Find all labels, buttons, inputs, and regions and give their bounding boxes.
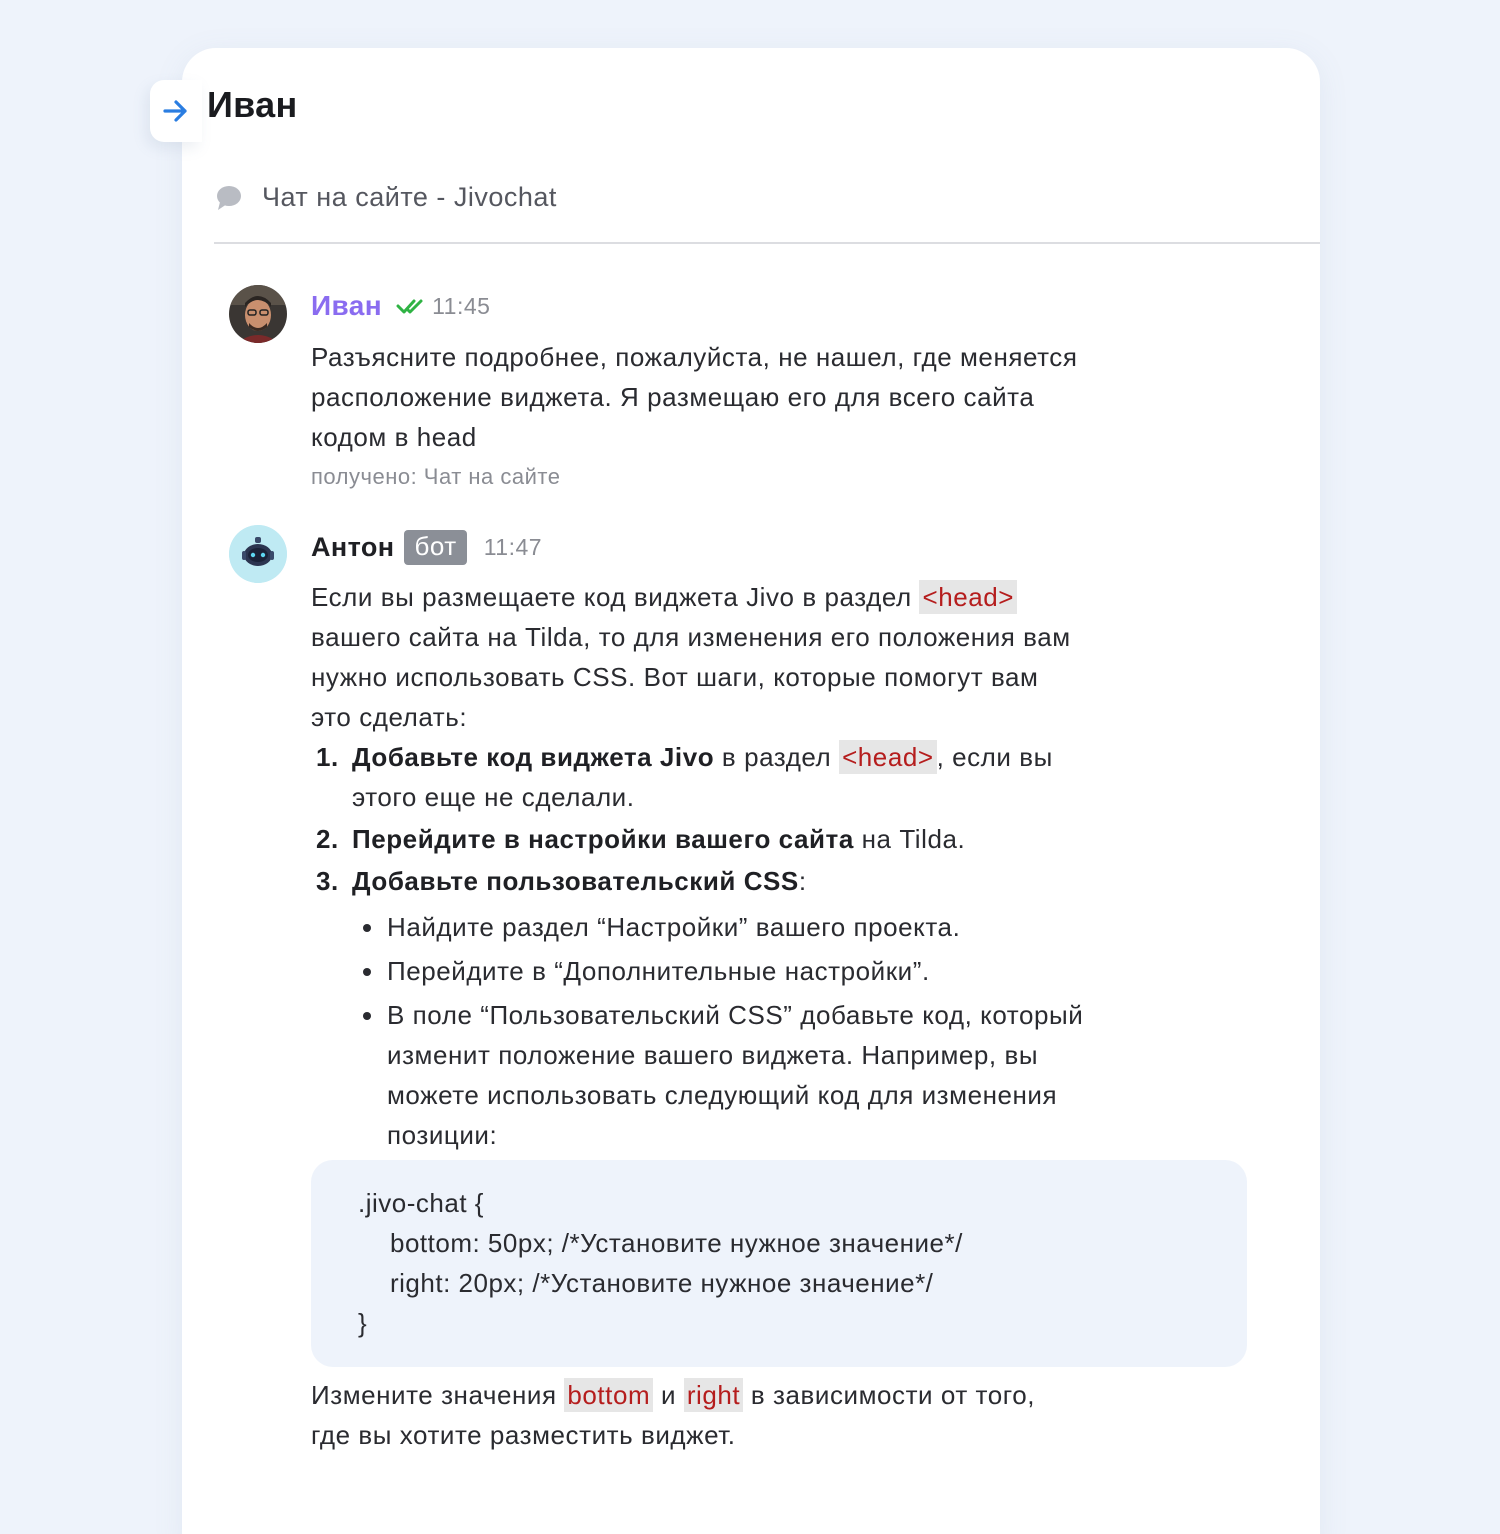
step-number: 2. (316, 824, 339, 854)
bullet-line: В поле “Пользовательский CSS” добавьте к… (387, 1000, 1084, 1030)
client-message-header: Иван 11:45 (311, 290, 490, 322)
step-text: : (798, 866, 807, 896)
bot-outro-line: где вы хотите разместить виджет. (311, 1420, 736, 1450)
bot-message-header: Антон бот 11:47 (311, 530, 542, 565)
code-line: } (358, 1308, 368, 1338)
step-item: 3. Добавьте пользовательский CSS: (316, 861, 807, 901)
inline-code: <head> (839, 740, 937, 774)
double-check-icon (396, 299, 423, 314)
bot-intro: Если вы размещаете код виджета Jivo в ра… (311, 577, 1071, 737)
step-title: Добавьте код виджета Jivo (352, 742, 715, 772)
bot-intro-line: вашего сайта на Tilda, то для изменения … (311, 622, 1071, 652)
received-via: получено: Чат на сайте (311, 464, 561, 489)
step-text: на Tilda. (853, 824, 966, 854)
bullet-line: можете использовать следующий код для из… (387, 1080, 1058, 1110)
client-avatar[interactable] (229, 285, 287, 343)
bot-name[interactable]: Антон (311, 532, 394, 563)
inline-code: <head> (919, 580, 1017, 614)
inline-code: right (683, 1378, 744, 1412)
step-item: 2. Перейдите в настройки вашего сайта на … (316, 819, 965, 859)
chat-title: Иван (207, 84, 298, 125)
client-message-line: расположение виджета. Я размещаю его для… (311, 382, 1035, 412)
code-line: right: 20px; /*Установите нужное значени… (390, 1268, 934, 1298)
bot-outro-text: и (653, 1380, 684, 1410)
code-line: bottom: 50px; /*Установите нужное значен… (390, 1228, 963, 1258)
header-divider (214, 242, 1320, 244)
step-item: 1. Добавьте код виджета Jivo в раздел <he… (316, 737, 1053, 817)
bullet-line: позиции: (387, 1120, 498, 1150)
bullet-line: Найдите раздел “Настройки” вашего проект… (387, 912, 961, 942)
client-message-text: Разъясните подробнее, пожалуйста, не наш… (311, 337, 1077, 457)
step-text: , если вы (936, 742, 1053, 772)
step-number: 1. (316, 742, 339, 772)
bot-outro-text: Измените значения (311, 1380, 565, 1410)
bullet-line: Перейдите в “Дополнительные настройки”. (387, 956, 930, 986)
client-message-line: Разъясните подробнее, пожалуйста, не наш… (311, 342, 1078, 372)
bot-intro-line: нужно использовать CSS. Вот шаги, которы… (311, 662, 1039, 692)
bot-badge: бот (404, 530, 467, 565)
step-title: Перейдите в настройки вашего сайта (352, 824, 854, 854)
bot-message-time: 11:47 (483, 534, 543, 560)
bot-outro: Измените значения bottom и right в завис… (311, 1375, 1035, 1455)
channel-name: Чат на сайте - Jivochat (262, 182, 557, 212)
client-message-line: кодом в head (311, 422, 477, 452)
bot-outro-line: Измените значения bottom и right в завис… (311, 1375, 1035, 1415)
code-line: .jivo-chat { (358, 1188, 484, 1218)
step-continuation: этого еще не сделали. (352, 782, 635, 812)
inline-code: bottom (564, 1378, 654, 1412)
bullet-line: изменит положение вашего виджета. Наприм… (387, 1040, 1039, 1070)
code-block[interactable]: .jivo-chat { bottom: 50px; /*Установите … (311, 1160, 1247, 1367)
step-title: Добавьте пользовательский CSS (352, 866, 799, 896)
bot-intro-line: это сделать: (311, 702, 468, 732)
bot-intro-line: Если вы размещаете код виджета Jivo в ра… (311, 577, 1071, 617)
channel-info: Чат на сайте - Jivochat (214, 182, 557, 213)
client-name[interactable]: Иван (311, 290, 382, 322)
back-button[interactable] (150, 80, 202, 142)
chat-bubble-icon (217, 185, 241, 210)
bot-avatar[interactable] (229, 525, 287, 583)
step-number: 3. (316, 866, 339, 896)
arrow-right-icon (163, 100, 187, 122)
bot-outro-text: в зависимости от того, (743, 1380, 1035, 1410)
bot-intro-text: Если вы размещаете код виджета Jivo в ра… (311, 582, 920, 612)
step-text: в раздел (714, 742, 840, 772)
client-message-time: 11:45 (432, 292, 491, 319)
